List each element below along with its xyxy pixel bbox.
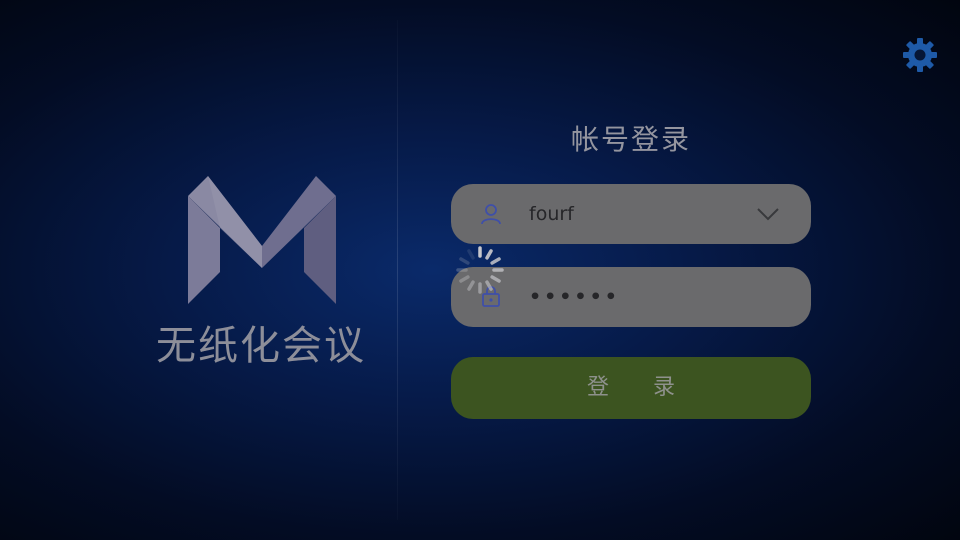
loading-spinner-icon: [456, 246, 504, 294]
panel-divider: [397, 20, 398, 520]
login-button[interactable]: 登 录: [451, 357, 811, 419]
username-value[interactable]: fourf: [529, 184, 574, 244]
login-title: 帐号登录: [570, 123, 691, 156]
password-value[interactable]: ••••••: [529, 267, 620, 327]
app-logo-m: [188, 176, 336, 304]
username-field[interactable]: fourf: [451, 184, 811, 244]
app-name: 无纸化会议: [156, 323, 366, 369]
chevron-down-icon[interactable]: [755, 202, 781, 226]
gear-icon[interactable]: [902, 37, 938, 73]
user-icon: [481, 204, 501, 225]
